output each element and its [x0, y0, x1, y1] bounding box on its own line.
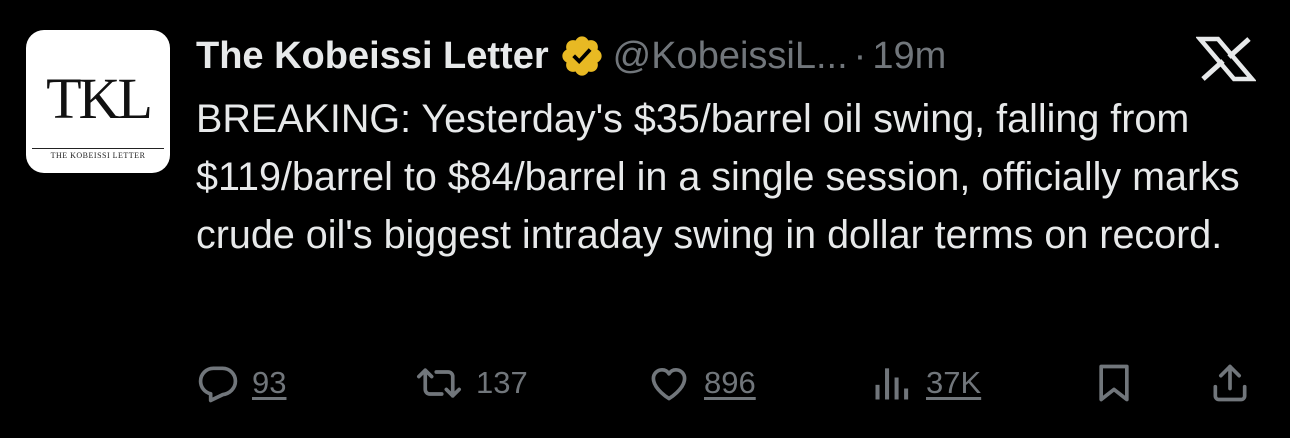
reply-button[interactable]: 93	[196, 356, 286, 410]
verified-badge-icon[interactable]	[559, 33, 605, 79]
timestamp[interactable]: 19m	[872, 35, 946, 78]
tweet-text: BREAKING: Yesterday's $35/barrel oil swi…	[196, 97, 1240, 257]
display-name[interactable]: The Kobeissi Letter	[196, 35, 549, 78]
heart-icon	[646, 361, 692, 405]
reply-icon	[196, 361, 240, 405]
share-button[interactable]	[1208, 356, 1252, 410]
x-logo-icon	[1195, 36, 1257, 82]
retweet-icon	[414, 361, 464, 405]
avatar-monogram: TKL	[46, 66, 153, 131]
tweet-card[interactable]: TKL THE KOBEISSI LETTER The Kobeissi Let…	[0, 0, 1290, 438]
retweet-count[interactable]: 137	[476, 365, 528, 401]
like-button[interactable]: 896	[646, 356, 756, 410]
views-count[interactable]: 37K	[926, 365, 981, 401]
retweet-button[interactable]: 137	[414, 356, 528, 410]
share-icon	[1208, 361, 1252, 405]
views-icon	[870, 361, 914, 405]
views-button[interactable]: 37K	[870, 356, 981, 410]
bookmark-button[interactable]	[1092, 356, 1136, 410]
like-count[interactable]: 896	[704, 365, 756, 401]
action-bar: 93 137 896 37K	[196, 356, 1260, 410]
avatar[interactable]: TKL THE KOBEISSI LETTER	[26, 30, 170, 173]
tweet-header: The Kobeissi Letter @KobeissiL... · 19m	[196, 30, 946, 82]
user-handle[interactable]: @KobeissiL...	[613, 35, 848, 78]
separator-dot: ·	[853, 34, 867, 77]
reply-count[interactable]: 93	[252, 365, 286, 401]
avatar-subtitle: THE KOBEISSI LETTER	[32, 148, 164, 160]
bookmark-icon	[1092, 361, 1136, 405]
